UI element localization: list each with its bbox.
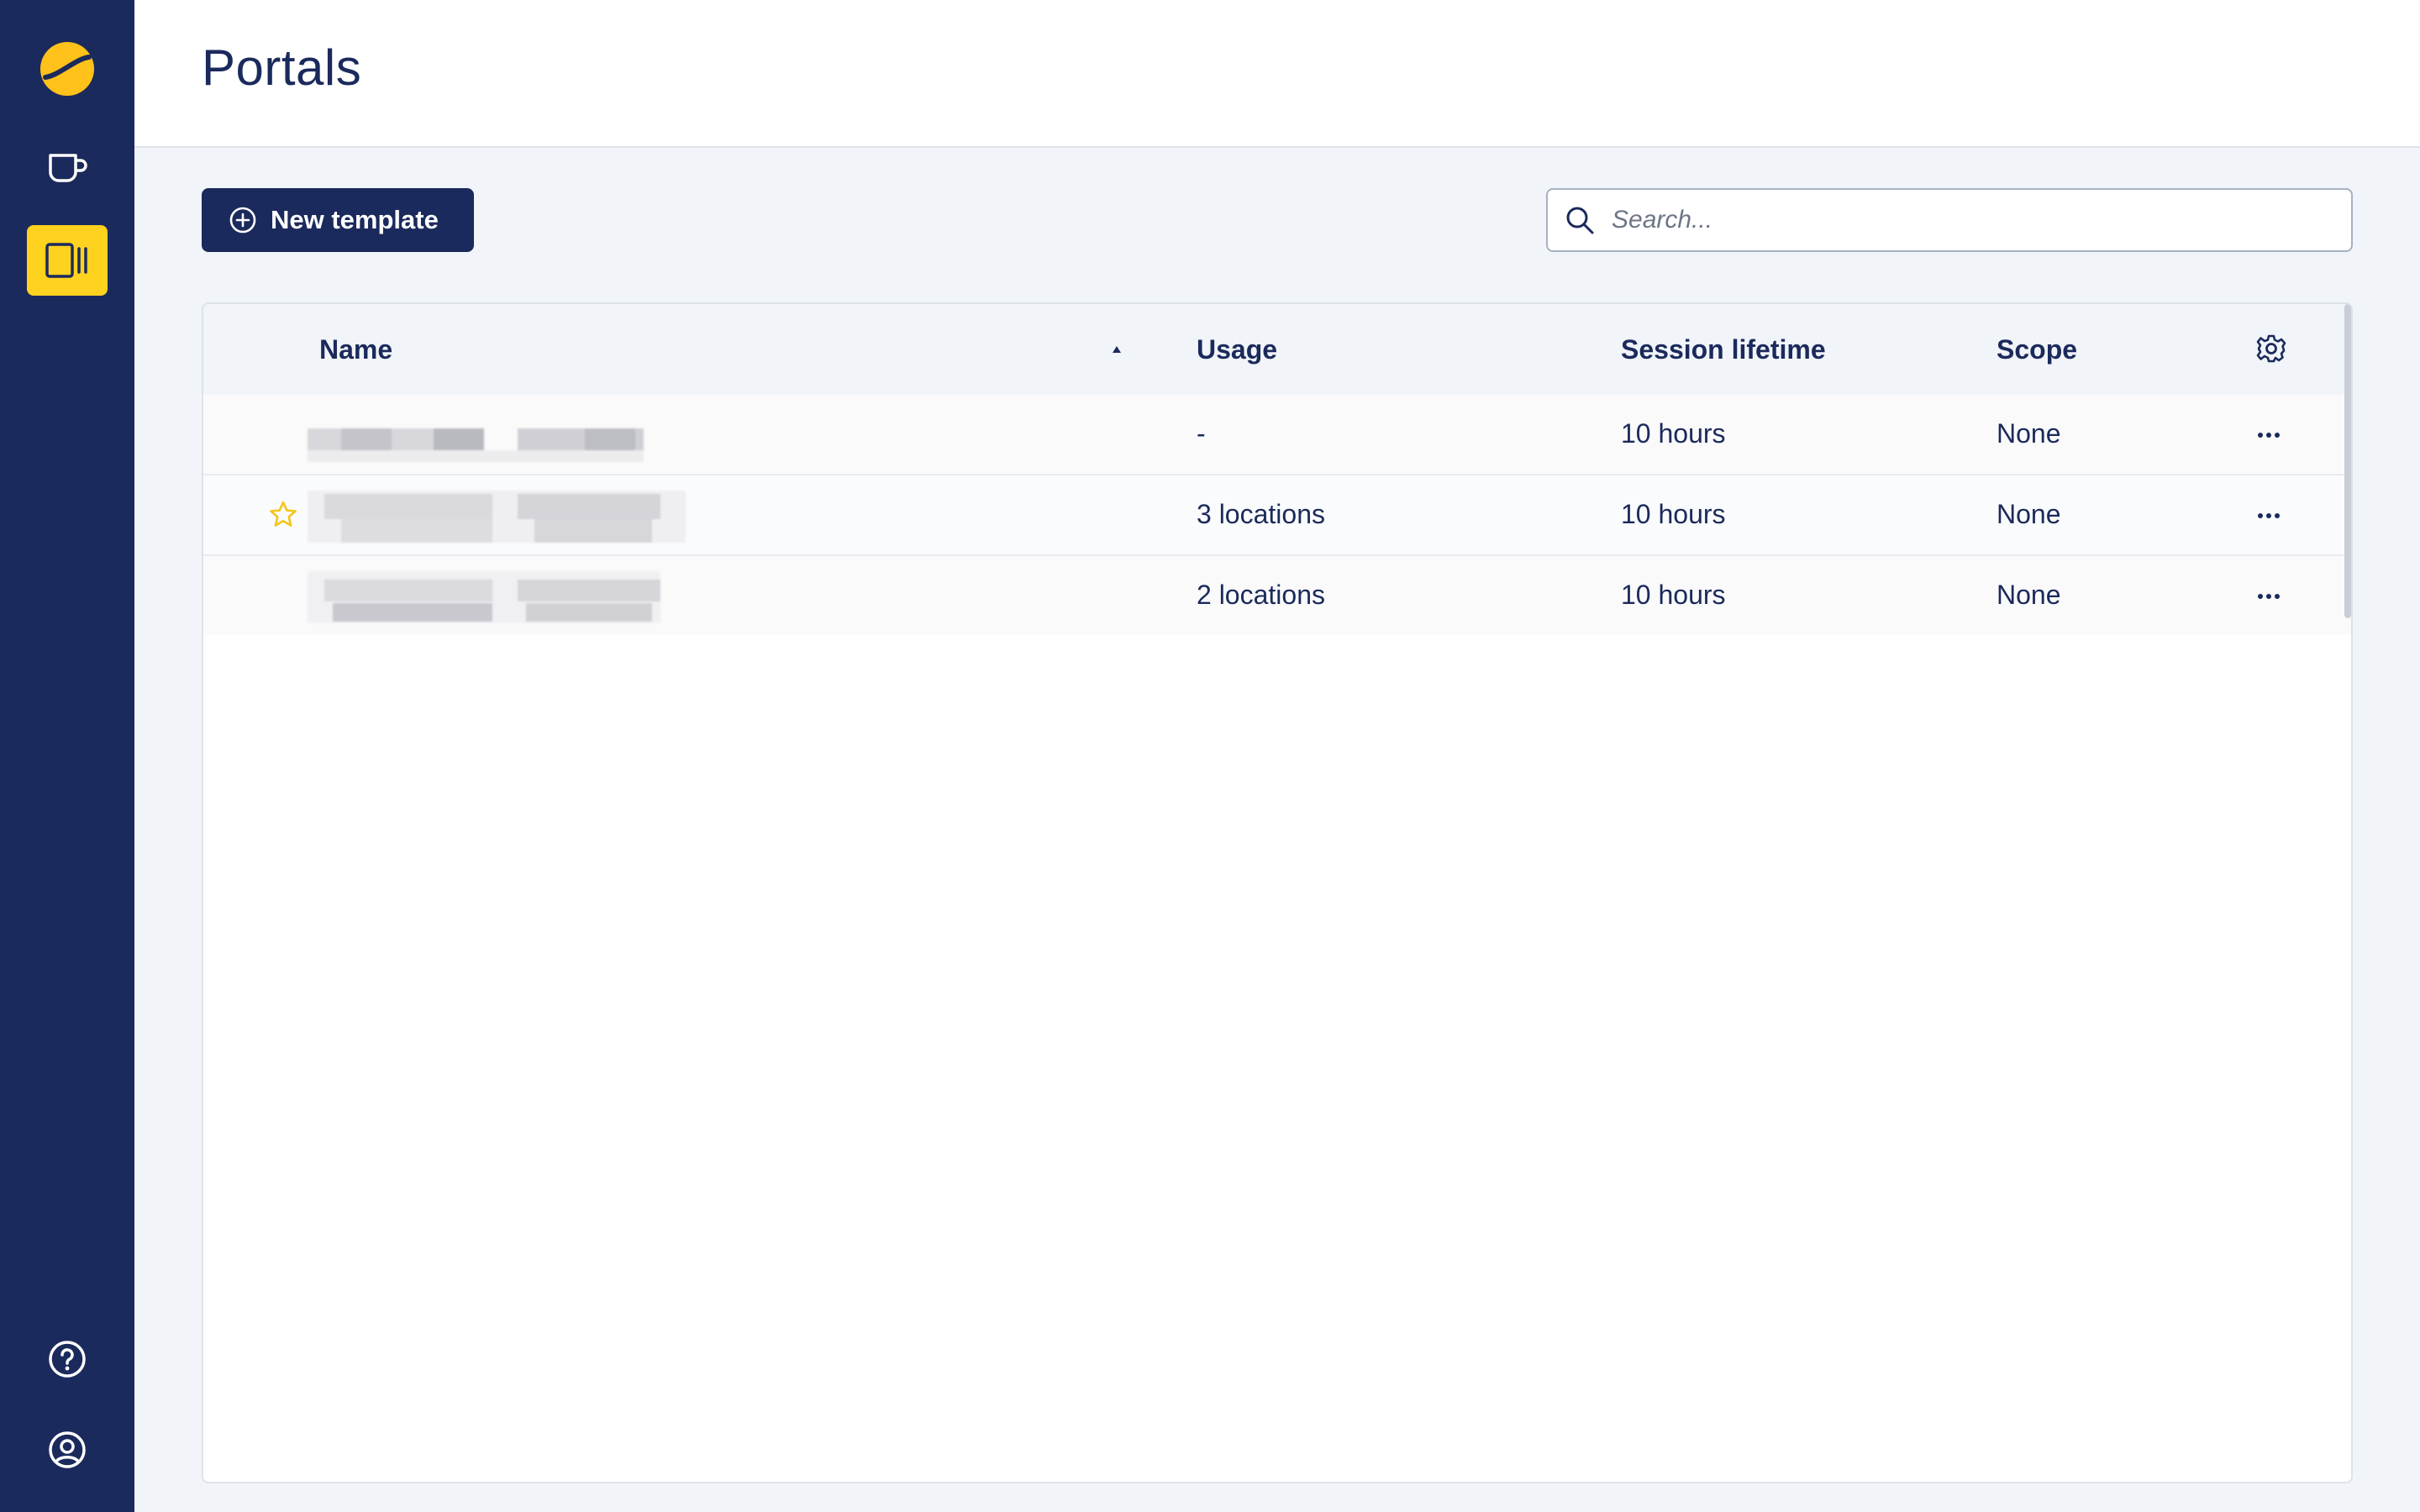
logo-icon [40, 42, 94, 96]
column-session-lifetime[interactable]: Session lifetime [1621, 334, 1826, 365]
sidebar-item-portals[interactable] [27, 225, 108, 296]
user-circle-icon [49, 1431, 86, 1468]
more-options-icon[interactable] [2254, 420, 2284, 450]
table-row[interactable]: - 10 hours None [203, 395, 2351, 475]
cell-session-lifetime: 10 hours [1621, 580, 1726, 610]
star-icon[interactable] [267, 499, 299, 531]
table-header: Name Usage Session lifetime Scope [203, 304, 2351, 396]
search-icon [1566, 207, 1594, 234]
redacted-name [308, 491, 686, 543]
help-icon [49, 1341, 86, 1378]
table-scrollbar[interactable] [2344, 304, 2351, 618]
cell-usage: - [1197, 418, 1206, 449]
column-name[interactable]: Name [319, 334, 392, 365]
cell-session-lifetime: 10 hours [1621, 418, 1726, 449]
cell-scope: None [1996, 580, 2061, 610]
redacted-name [308, 571, 686, 623]
column-usage[interactable]: Usage [1197, 334, 1277, 365]
sidebar-item-help[interactable] [27, 1324, 108, 1394]
page-title: Portals [202, 39, 362, 96]
search-box[interactable] [1546, 188, 2353, 252]
more-options-icon[interactable] [2254, 501, 2284, 531]
portals-table: Name Usage Session lifetime Scope - 10 h… [202, 302, 2353, 1483]
redacted-name [308, 410, 686, 462]
plus-circle-icon [229, 207, 256, 234]
sort-ascending-icon[interactable] [1111, 344, 1123, 354]
cell-scope: None [1996, 418, 2061, 449]
new-template-label: New template [271, 205, 439, 234]
cell-session-lifetime: 10 hours [1621, 499, 1726, 529]
gear-icon[interactable] [2255, 333, 2287, 365]
cell-usage: 3 locations [1197, 499, 1325, 529]
more-options-icon[interactable] [2254, 581, 2284, 612]
portal-icon [45, 243, 87, 278]
brand-logo[interactable] [37, 39, 97, 99]
page-header: Portals [134, 0, 2420, 148]
cell-usage: 2 locations [1197, 580, 1325, 610]
cell-scope: None [1996, 499, 2061, 529]
table-row[interactable]: 3 locations 10 hours None [203, 475, 2351, 556]
search-input[interactable] [1610, 205, 2302, 235]
cup-icon [49, 154, 87, 182]
table-row[interactable]: 2 locations 10 hours None [203, 556, 2351, 635]
sidebar [0, 0, 134, 1512]
sidebar-item-cup[interactable] [27, 133, 108, 203]
column-scope[interactable]: Scope [1996, 334, 2077, 365]
new-template-button[interactable]: New template [202, 188, 474, 252]
sidebar-item-account[interactable] [27, 1415, 108, 1485]
